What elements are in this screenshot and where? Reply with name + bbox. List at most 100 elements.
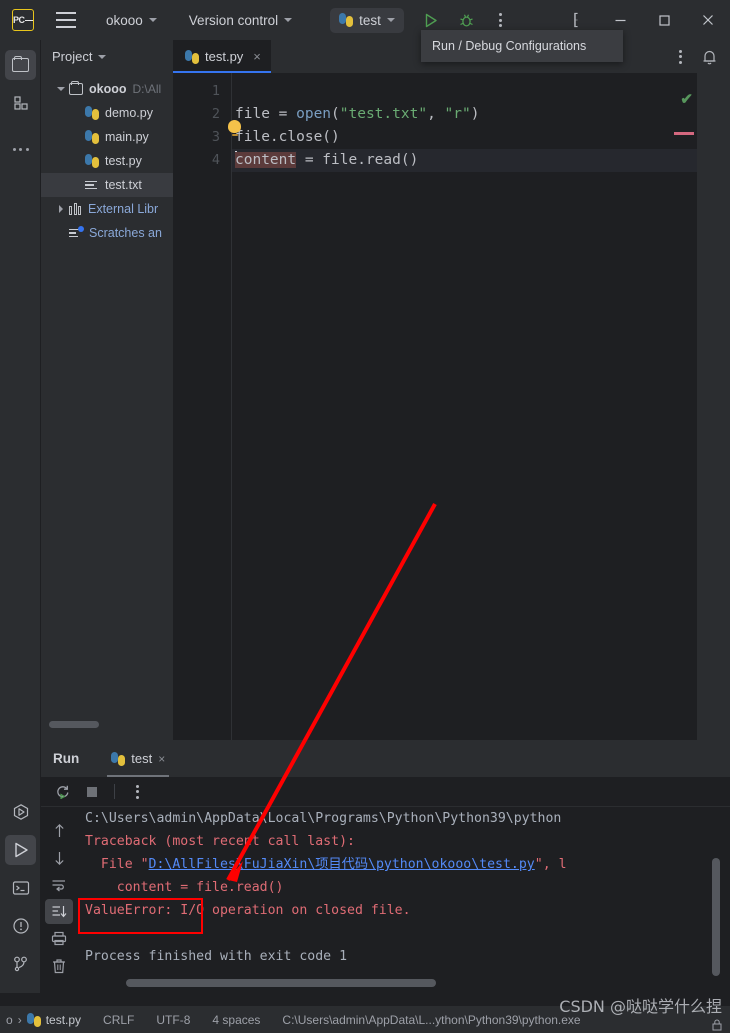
activity-bar-bottom xyxy=(0,793,41,993)
intention-bulb-icon[interactable] xyxy=(228,120,241,136)
more-options-icon[interactable] xyxy=(124,779,150,805)
breadcrumb-file: test.py xyxy=(45,1012,82,1027)
console-horizontal-scrollbar[interactable] xyxy=(126,979,436,987)
python-file-icon xyxy=(185,49,199,64)
sidebar-item-debug[interactable] xyxy=(0,793,41,831)
line-number: 1 xyxy=(211,83,220,99)
console-file-suffix: ", l xyxy=(534,857,567,872)
notifications-button[interactable] xyxy=(689,40,730,73)
collapse-arrow-icon[interactable] xyxy=(53,205,69,213)
python-file-icon xyxy=(85,130,99,144)
sidebar-item-terminal[interactable] xyxy=(0,869,41,907)
error-marker-icon[interactable] xyxy=(674,132,694,135)
tree-item-label: main.py xyxy=(105,130,149,144)
problems-icon xyxy=(12,918,29,934)
code-lines[interactable]: file = open("test.txt", "r") file.close(… xyxy=(231,73,730,740)
tree-item-main-py[interactable]: main.py xyxy=(41,125,173,149)
library-icon xyxy=(69,203,82,215)
console-error-name: ValueError: xyxy=(85,903,173,918)
stop-icon[interactable] xyxy=(79,779,105,805)
tree-item-test-txt[interactable]: test.txt xyxy=(41,173,173,197)
project-panel-header[interactable]: Project xyxy=(41,40,173,73)
code-editor[interactable]: 1 2 3 4 file = open("test.txt", "r") fil… xyxy=(173,73,730,740)
scroll-to-end-icon[interactable] xyxy=(41,898,77,925)
print-icon[interactable] xyxy=(41,925,77,952)
sidebar-item-run[interactable] xyxy=(0,831,41,869)
version-control-menu[interactable]: Version control xyxy=(181,9,300,32)
editor-tab-label: test.py xyxy=(205,49,244,64)
status-interpreter[interactable]: C:\Users\admin\AppData\L...ython\Python3… xyxy=(282,1013,580,1027)
tree-item-label: test.py xyxy=(105,154,142,168)
console-traceback-header: Traceback (most recent call last): xyxy=(85,834,355,849)
sidebar-item-project[interactable] xyxy=(0,46,41,84)
tree-item-external-libraries[interactable]: External Libr xyxy=(41,197,173,221)
run-panel-title: Run xyxy=(53,751,80,766)
watermark: CSDN @哒哒学什么捏 xyxy=(559,997,722,1016)
tree-item-okooo[interactable]: okooo D:\All xyxy=(41,77,173,101)
status-line-separator[interactable]: CRLF xyxy=(103,1013,134,1027)
lock-icon[interactable] xyxy=(712,1019,722,1031)
editor-gutter: 1 2 3 4 xyxy=(173,73,231,740)
tree-item-label: Scratches an xyxy=(89,226,162,240)
soft-wrap-icon[interactable] xyxy=(41,871,77,898)
python-file-icon xyxy=(26,1012,41,1027)
sidebar-item-structure[interactable] xyxy=(0,84,41,122)
status-indent[interactable]: 4 spaces xyxy=(212,1013,260,1027)
project-tree: okooo D:\All demo.py main.py test.py tes… xyxy=(41,73,173,245)
run-icon xyxy=(14,842,28,858)
tree-item-scratches[interactable]: Scratches an xyxy=(41,221,173,245)
scroll-down-icon[interactable] xyxy=(41,844,77,871)
line-number: 2 xyxy=(211,106,220,122)
console-exit-line: Process finished with exit code 1 xyxy=(85,949,348,964)
more-options-icon xyxy=(12,147,29,151)
run-configuration-selector[interactable]: test xyxy=(330,7,404,33)
pycharm-logo: PC xyxy=(12,9,34,31)
console-error-message: I/O operation on closed file. xyxy=(172,903,411,918)
bell-icon xyxy=(703,50,716,64)
scratches-icon xyxy=(69,226,84,239)
chevron-down-icon xyxy=(98,54,107,59)
chevron-down-icon xyxy=(284,18,293,22)
console-file-link[interactable]: D:\AllFiles\FuJiaXin\项目代码\python\okooo\t… xyxy=(149,857,535,872)
console-output[interactable]: C:\Users\admin\AppData\Local\Programs\Py… xyxy=(77,807,716,969)
editor-scrollbar-strip[interactable] xyxy=(697,73,730,740)
sidebar-item-problems[interactable] xyxy=(0,907,41,945)
line-number: 4 xyxy=(211,152,220,168)
code-line-2: file = open("test.txt", "r") xyxy=(235,106,480,122)
editor-area: test.py × 1 2 3 4 file = open("test.txt"… xyxy=(173,40,730,740)
toolbar-separator xyxy=(114,784,115,799)
tree-item-test-py[interactable]: test.py xyxy=(41,149,173,173)
scroll-up-icon[interactable] xyxy=(41,817,77,844)
tree-item-label: demo.py xyxy=(105,106,153,120)
run-tab-test[interactable]: test × xyxy=(99,740,177,777)
maximize-icon[interactable] xyxy=(642,0,686,40)
close-icon[interactable]: × xyxy=(253,49,261,64)
breadcrumb[interactable]: o › test.py xyxy=(0,1012,82,1027)
close-icon[interactable] xyxy=(686,0,730,40)
project-selector[interactable]: okooo xyxy=(98,9,165,32)
project-panel: Project okooo D:\All demo.py main.py tes… xyxy=(41,40,173,740)
hamburger-menu-icon[interactable] xyxy=(56,12,76,28)
rerun-icon[interactable] xyxy=(49,779,75,805)
tree-item-label: External Libr xyxy=(88,202,159,216)
folder-icon xyxy=(69,80,83,95)
project-name: okooo xyxy=(106,12,143,28)
console-vertical-scrollbar[interactable] xyxy=(712,858,720,976)
editor-tab-test-py[interactable]: test.py × xyxy=(173,40,271,73)
breadcrumb-separator: › xyxy=(17,1012,22,1027)
run-tab-label: test xyxy=(131,751,153,766)
sidebar-item-version-control[interactable] xyxy=(0,945,41,983)
editor-more-options-icon[interactable] xyxy=(679,40,682,73)
project-panel-horizontal-scrollbar[interactable] xyxy=(49,721,99,728)
expand-arrow-icon[interactable] xyxy=(53,87,69,91)
python-file-icon xyxy=(339,13,354,27)
inspection-status-icon[interactable]: ✔ xyxy=(680,90,693,108)
sidebar-item-more-tool-windows[interactable] xyxy=(0,130,41,168)
tree-item-demo-py[interactable]: demo.py xyxy=(41,101,173,125)
status-encoding[interactable]: UTF-8 xyxy=(156,1013,190,1027)
close-icon[interactable]: × xyxy=(158,752,165,766)
python-file-icon xyxy=(111,751,126,766)
chevron-down-icon xyxy=(386,18,395,22)
clear-all-icon[interactable] xyxy=(41,952,77,979)
